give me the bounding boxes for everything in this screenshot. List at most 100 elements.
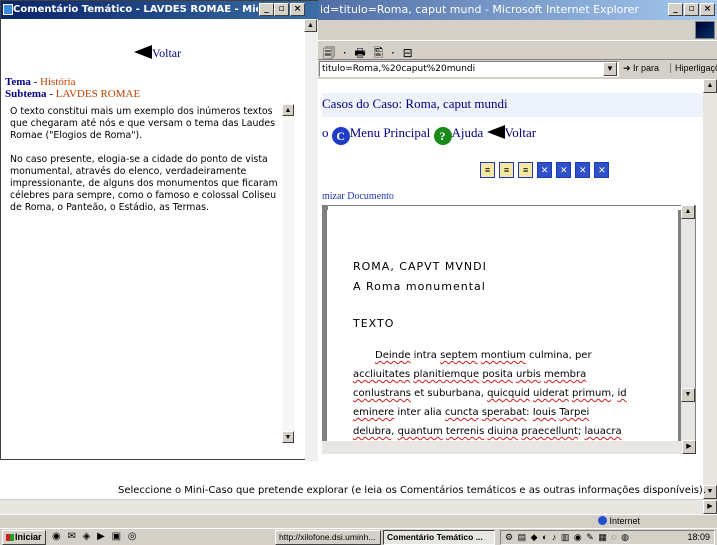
- go-label: Ir para: [633, 63, 660, 73]
- tools-icon[interactable]: ✕: [537, 162, 553, 178]
- comment-scroll-up-icon[interactable]: ▲: [282, 104, 294, 116]
- popup-maximize-button[interactable]: ▫: [274, 3, 289, 16]
- document-horizontal-scrollbar[interactable]: ▶: [322, 440, 696, 454]
- doc-scroll-right-icon[interactable]: ▶: [682, 440, 696, 454]
- theme-value: História: [40, 76, 76, 88]
- document-icon[interactable]: ≡: [480, 162, 495, 178]
- document-icon[interactable]: ≡: [499, 162, 515, 178]
- document-section-heading: TEXTO: [353, 317, 395, 330]
- flagged-word: terrenis: [445, 426, 485, 437]
- document-subtitle: A Roma monumental: [353, 280, 486, 293]
- comment-paragraph: No caso presente, elogia-se a cidade do …: [10, 154, 278, 213]
- page-horizontal-scrollbar[interactable]: ▶: [0, 500, 717, 514]
- popup-minimize-button[interactable]: _: [259, 3, 274, 16]
- back-arrow-icon[interactable]: [486, 125, 505, 139]
- ie-icon: [3, 4, 13, 15]
- globe-icon: [598, 516, 607, 525]
- clock: 18:09: [687, 532, 710, 542]
- theme-label: Tema: [5, 76, 31, 88]
- popup-close-button[interactable]: ×: [290, 3, 305, 16]
- doc-scroll-down-icon[interactable]: ▼: [681, 388, 695, 402]
- flagged-word: cuncta: [444, 407, 479, 418]
- tray-icons[interactable]: ⚙ ▤ ◆ ◐ ♪ ▥ ◉ ✎ ▦ ◌ ◍: [505, 532, 630, 543]
- flagged-word: urbis: [516, 369, 541, 380]
- address-input[interactable]: titulo=Roma,%20caput%20mundi: [319, 61, 619, 77]
- go-arrow-icon: ➜: [623, 63, 634, 73]
- go-button[interactable]: ➜ Ir para: [623, 63, 659, 74]
- subtheme-value: LAVDES ROMAE: [55, 88, 141, 100]
- help-link[interactable]: Ajuda: [452, 125, 484, 140]
- flagged-word: praecellunt: [521, 426, 578, 437]
- text-fragment: et suburbana,: [411, 388, 488, 399]
- popup-window: Comentário Temático - LAVDES ROMAE - Mic…: [0, 0, 319, 461]
- main-menu-icon[interactable]: C: [331, 127, 350, 145]
- page-heading: Casos do Caso: Roma, caput mundi: [322, 93, 703, 117]
- flagged-word: montium: [480, 350, 526, 361]
- text-fragment: culmina, per: [525, 350, 592, 361]
- popup-vertical-scrollbar[interactable]: ▲: [304, 19, 318, 461]
- links-button[interactable]: Hiperligações: [670, 63, 717, 73]
- popup-scroll-up-icon[interactable]: ▲: [304, 19, 317, 32]
- minimize-document-link[interactable]: mizar Documento: [322, 191, 394, 202]
- comment-scrollbar[interactable]: ▲ ▼: [282, 104, 294, 444]
- windows-flag-icon: [6, 534, 14, 541]
- help-icon[interactable]: ?: [433, 127, 452, 145]
- flagged-word: accliuitates: [353, 369, 411, 380]
- windows-logo-icon: [695, 21, 715, 39]
- flagged-word: delubra: [353, 426, 392, 437]
- nav-row: o C Menu Principal ? Ajuda Voltar: [322, 125, 536, 145]
- nav-prefix[interactable]: o: [322, 125, 329, 140]
- back-link[interactable]: Voltar: [505, 125, 537, 140]
- page-vertical-scrollbar[interactable]: ▲ ▼: [703, 79, 717, 499]
- tools-icon[interactable]: ✕: [556, 162, 572, 178]
- tools-icon[interactable]: ✕: [575, 162, 591, 178]
- address-dropdown-button[interactable]: ▼: [603, 62, 617, 76]
- main-window-title: id=titulo=Roma, caput mund - Microsoft I…: [320, 3, 639, 16]
- flagged-word: uiderat: [533, 388, 569, 399]
- main-menu-link[interactable]: Menu Principal: [350, 125, 431, 140]
- doc-scroll-up-icon[interactable]: ▲: [681, 205, 695, 219]
- comment-scroll-down-icon[interactable]: ▼: [282, 431, 294, 443]
- system-tray: ⚙ ▤ ◆ ◐ ♪ ▥ ◉ ✎ ▦ ◌ ◍ 18:09: [500, 530, 715, 545]
- flagged-word: diuina: [487, 426, 519, 437]
- tools-icon[interactable]: ✕: [594, 162, 610, 178]
- flagged-word: primum: [572, 388, 612, 399]
- back-arrow-icon: [134, 45, 152, 59]
- status-message: Seleccione o Mini-Caso que pretende expl…: [118, 485, 707, 496]
- taskbar-item-popup[interactable]: Comentário Temático ...: [383, 530, 495, 545]
- flagged-word: quantum: [397, 426, 443, 437]
- flagged-word: Iouis: [532, 407, 557, 418]
- scroll-right-icon[interactable]: ▶: [703, 500, 717, 514]
- flagged-word: sperabat: [481, 407, 527, 418]
- minimize-button[interactable]: _: [668, 3, 683, 16]
- start-label: Iniciar: [15, 532, 42, 542]
- popup-title: Comentário Temático - LAVDES ROMAE - Mic…: [13, 4, 258, 15]
- document-vertical-scrollbar[interactable]: ▲ ▼: [681, 205, 695, 453]
- start-button[interactable]: Iniciar: [2, 530, 46, 545]
- maximize-button[interactable]: ▫: [684, 3, 699, 16]
- flagged-word: septem: [440, 350, 478, 361]
- document-title: ROMA, CAPVT MVNDI: [353, 260, 487, 273]
- document-icon[interactable]: ≡: [518, 162, 534, 178]
- scroll-up-icon[interactable]: ▲: [703, 79, 717, 93]
- flagged-word: membra: [544, 369, 587, 380]
- status-zone: Internet: [598, 516, 640, 526]
- popup-title-bar: Comentário Temático - LAVDES ROMAE - Mic…: [1, 1, 319, 19]
- popup-back-label: Voltar: [152, 46, 182, 60]
- popup-back-link[interactable]: Voltar: [134, 45, 181, 61]
- flagged-word: conlustrans: [353, 388, 411, 399]
- taskbar: Iniciar ◉ ✉ ◈ ▶ ▣ ◎ http://xilofone.dsi.…: [0, 528, 717, 545]
- flagged-word: quicquid: [487, 388, 530, 399]
- close-button[interactable]: ×: [700, 3, 715, 16]
- flagged-word: posita: [482, 369, 513, 380]
- document-page: ROMA, CAPVT MVNDI A Roma monumental TEXT…: [327, 210, 682, 450]
- text-fragment: intra: [410, 350, 441, 361]
- quick-launch[interactable]: ◉ ✉ ◈ ▶ ▣ ◎: [52, 531, 139, 542]
- taskbar-item-main-ie[interactable]: http://xilofone.dsi.uminh...: [275, 530, 381, 545]
- flagged-word: lauacra: [584, 426, 622, 437]
- subtheme-label: Subtema: [5, 88, 47, 100]
- status-zone-label: Internet: [609, 516, 641, 526]
- flagged-word: eminere: [353, 407, 395, 418]
- popup-theme-info: Tema - História Subtema - LAVDES ROMAE: [5, 76, 141, 100]
- document-body: Deinde intra septem montium culmina, per…: [353, 346, 633, 450]
